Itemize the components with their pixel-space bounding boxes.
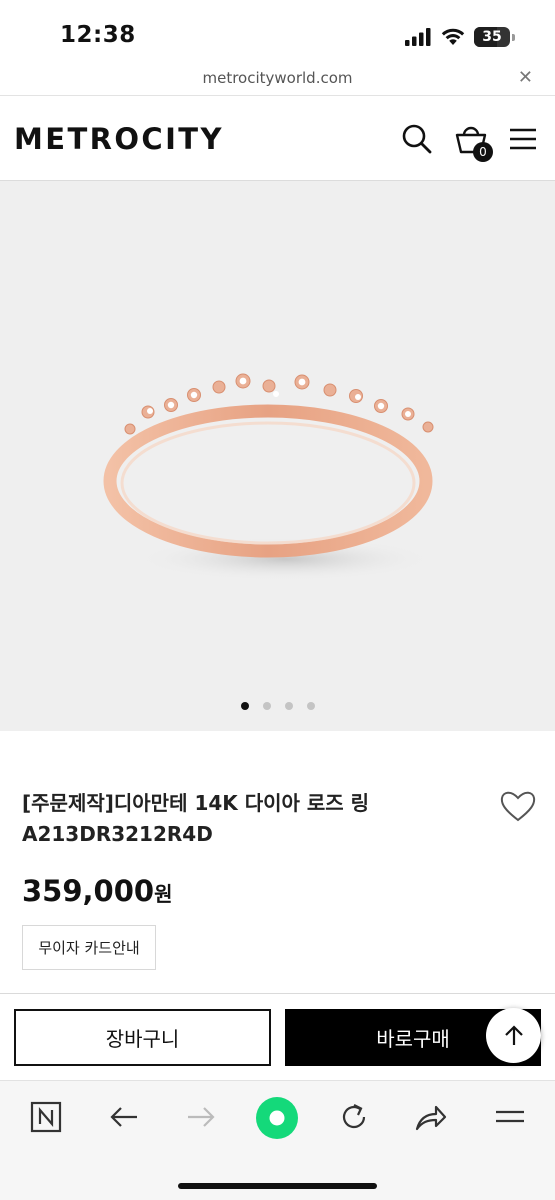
product-title: [주문제작]디아만테 14K 다이아 로즈 링 A213DR3212R4D	[22, 788, 442, 850]
arrow-up-icon	[504, 1024, 523, 1045]
browser-url-bar[interactable]: metrocityworld.com ✕	[0, 64, 555, 94]
browser-toolbar	[0, 1080, 555, 1200]
wifi-icon	[441, 28, 465, 45]
share-button[interactable]	[411, 1097, 451, 1137]
product-price: 359,000원	[22, 874, 173, 908]
card-info-button[interactable]: 무이자 카드안내	[22, 925, 156, 970]
forward-button[interactable]	[181, 1097, 221, 1137]
price-unit: 원	[154, 882, 173, 906]
search-icon[interactable]	[400, 122, 434, 156]
green-dot-button[interactable]	[254, 1095, 300, 1141]
product-code: A213DR3212R4D	[22, 822, 213, 846]
back-icon[interactable]	[108, 1101, 140, 1133]
home-indicator	[178, 1183, 377, 1189]
signal-icon	[405, 28, 431, 46]
naver-icon[interactable]	[30, 1101, 62, 1133]
gallery-pagination	[0, 702, 555, 710]
url-text[interactable]: metrocityworld.com	[0, 69, 555, 87]
close-icon[interactable]: ✕	[518, 67, 533, 88]
reload-icon[interactable]	[338, 1101, 370, 1133]
pagination-dot[interactable]	[306, 702, 315, 710]
green-dot-icon[interactable]	[255, 1096, 299, 1140]
battery-level: 35	[482, 29, 502, 45]
forward-icon[interactable]	[185, 1101, 217, 1133]
pagination-dot[interactable]	[262, 702, 271, 710]
menu-icon[interactable]	[507, 122, 541, 156]
pagination-dot[interactable]	[284, 702, 293, 710]
status-time: 12:38	[60, 22, 136, 48]
cart-count-badge: 0	[473, 142, 493, 162]
status-icons: 35	[405, 25, 515, 49]
tabs-menu-button[interactable]	[490, 1097, 530, 1137]
product-image	[103, 373, 435, 581]
price-value: 359,000	[22, 874, 155, 908]
add-to-cart-button[interactable]: 장바구니	[14, 1009, 271, 1066]
reload-button[interactable]	[334, 1097, 374, 1137]
battery-cap	[512, 33, 515, 41]
purchase-bar: 장바구니 바로구매	[0, 993, 555, 1080]
product-title-line: [주문제작]디아만테 14K 다이아 로즈 링	[22, 791, 370, 815]
share-icon[interactable]	[414, 1101, 448, 1133]
site-header: METROCITY 0	[0, 95, 555, 181]
back-button[interactable]	[104, 1097, 144, 1137]
pagination-dot[interactable]	[240, 702, 249, 710]
tabs-menu-icon[interactable]	[493, 1101, 527, 1133]
product-image-gallery[interactable]	[0, 181, 555, 731]
heart-icon[interactable]	[499, 788, 537, 824]
naver-button[interactable]	[26, 1097, 66, 1137]
cart-button[interactable]: 0	[454, 122, 493, 162]
status-bar: 12:38 35	[0, 0, 555, 64]
battery-icon: 35	[474, 27, 510, 47]
logo[interactable]: METROCITY	[14, 122, 224, 156]
scroll-top-button[interactable]	[486, 1008, 541, 1063]
